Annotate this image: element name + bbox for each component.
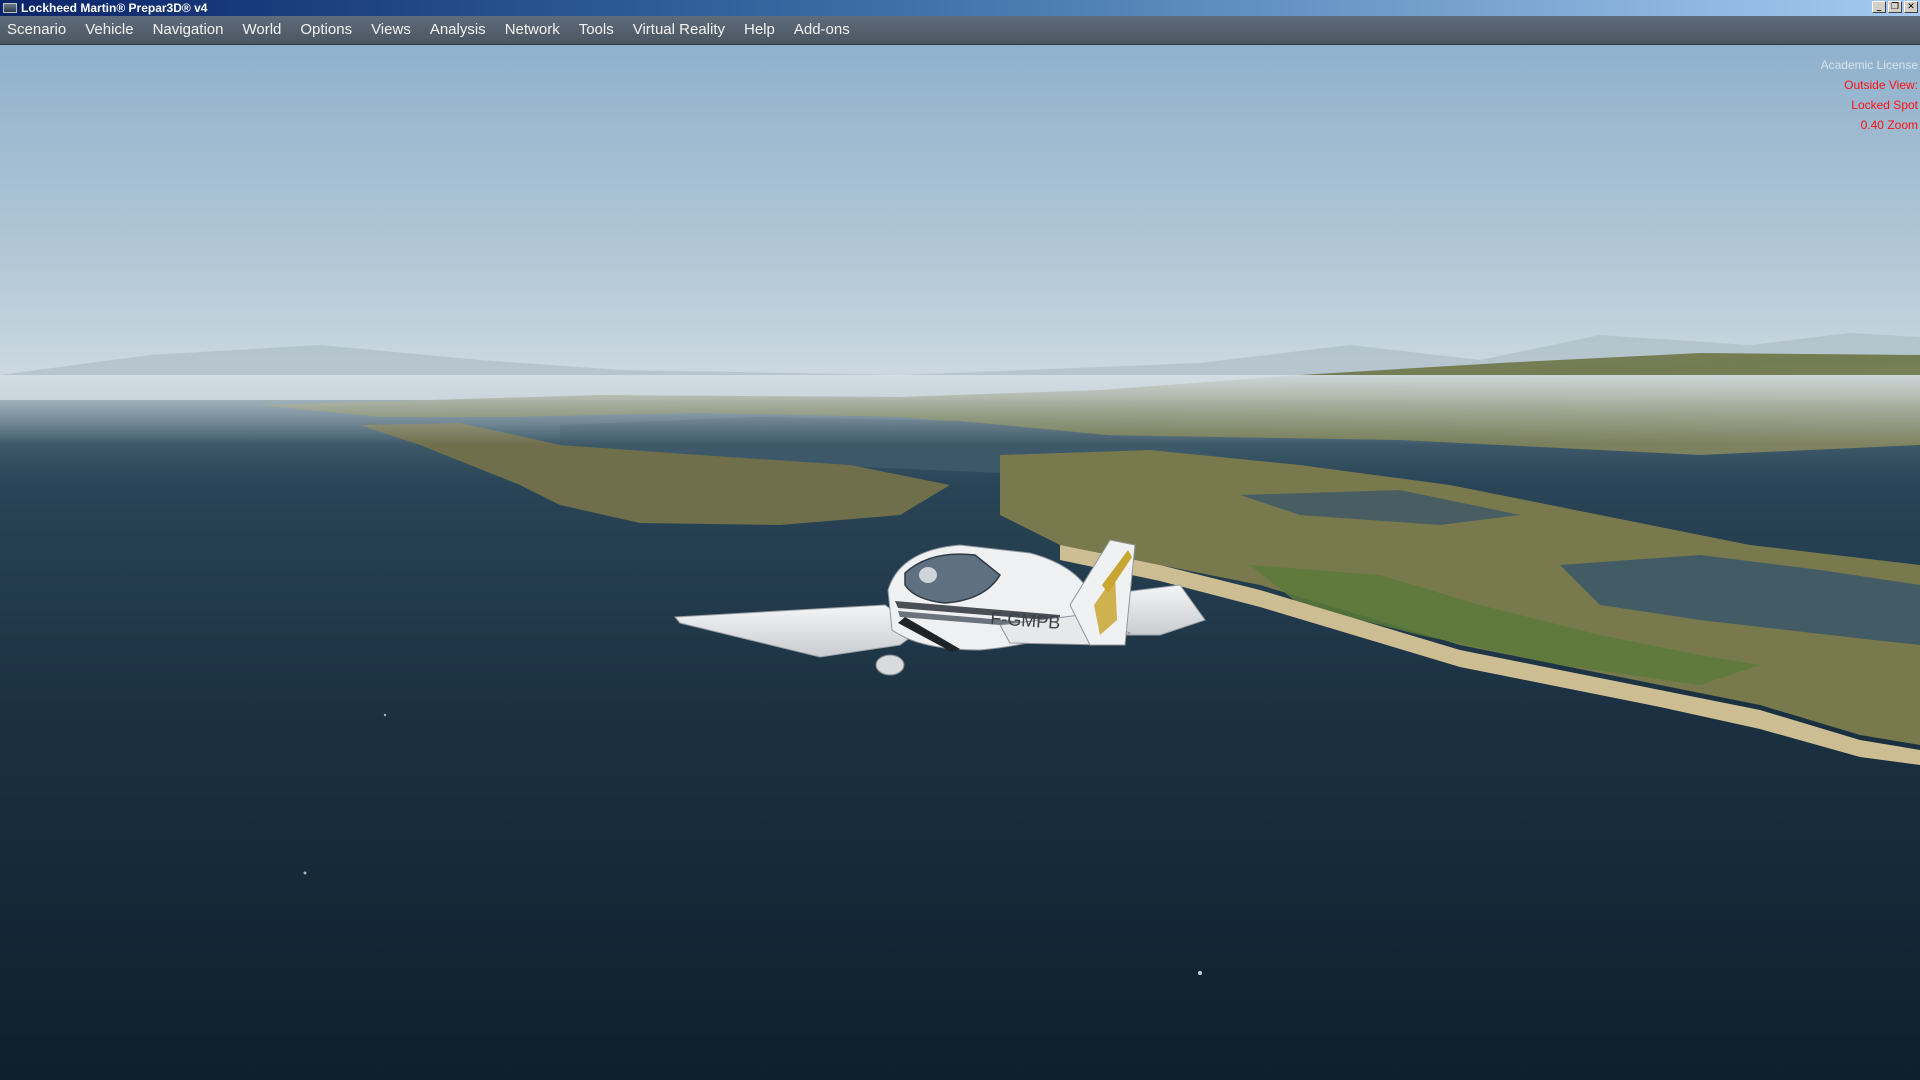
menu-bar: Scenario Vehicle Navigation World Option… xyxy=(0,16,1920,45)
menu-add-ons[interactable]: Add-ons xyxy=(786,16,861,44)
menu-options[interactable]: Options xyxy=(292,16,363,44)
3d-viewport[interactable]: F-GMPB xyxy=(0,45,1920,1080)
restore-button[interactable]: ❐ xyxy=(1888,1,1902,13)
window-title: Lockheed Martin® Prepar3D® v4 xyxy=(21,1,208,15)
menu-vehicle[interactable]: Vehicle xyxy=(77,16,144,44)
menu-tools[interactable]: Tools xyxy=(571,16,625,44)
close-button[interactable]: ✕ xyxy=(1904,1,1918,13)
menu-scenario[interactable]: Scenario xyxy=(0,16,77,44)
menu-world[interactable]: World xyxy=(234,16,292,44)
app-icon xyxy=(3,3,17,13)
simulator-window: Lockheed Martin® Prepar3D® v4 _ ❐ ✕ Scen… xyxy=(0,0,1920,1080)
menu-analysis[interactable]: Analysis xyxy=(422,16,497,44)
zoom-label: 0.40 Zoom xyxy=(1860,118,1918,132)
minimize-button[interactable]: _ xyxy=(1872,1,1886,13)
scenery: F-GMPB xyxy=(0,45,1920,1080)
menu-network[interactable]: Network xyxy=(497,16,571,44)
view-type-label: Outside View: xyxy=(1844,78,1918,92)
menu-navigation[interactable]: Navigation xyxy=(145,16,235,44)
license-label: Academic License xyxy=(1820,58,1918,72)
menu-help[interactable]: Help xyxy=(736,16,786,44)
title-bar[interactable]: Lockheed Martin® Prepar3D® v4 _ ❐ ✕ xyxy=(0,0,1920,16)
menu-virtual-reality[interactable]: Virtual Reality xyxy=(625,16,736,44)
view-name-label: Locked Spot xyxy=(1851,98,1918,112)
menu-views[interactable]: Views xyxy=(363,16,422,44)
window-controls: _ ❐ ✕ xyxy=(1872,1,1918,13)
view-info-overlay: Academic License Outside View: Locked Sp… xyxy=(1821,55,1918,135)
